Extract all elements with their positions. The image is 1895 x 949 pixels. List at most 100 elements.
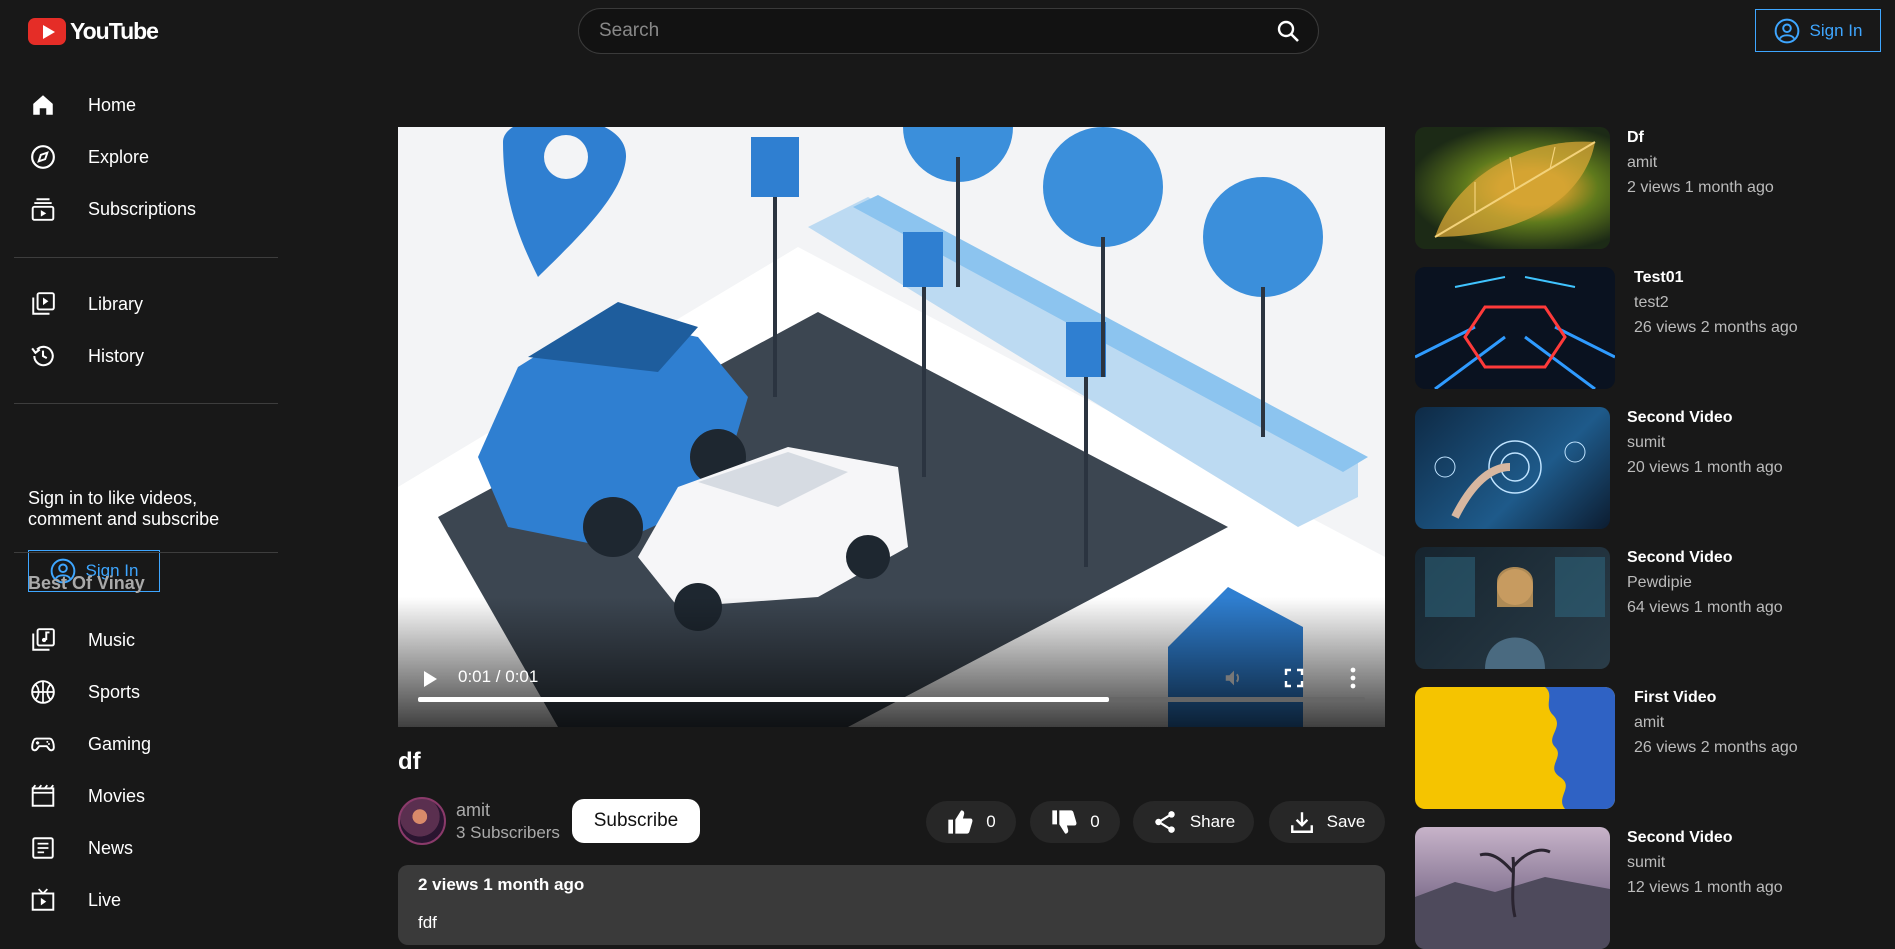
subscriber-count: 3 Subscribers xyxy=(456,822,560,842)
player-controls: 0:01 / 0:01 xyxy=(398,597,1385,727)
video-thumbnail[interactable] xyxy=(1415,127,1610,249)
sidebar-divider xyxy=(14,403,278,404)
recommended-video[interactable]: Second Video sumit 12 views 1 month ago xyxy=(1415,827,1885,949)
sidebar-item-label: Subscriptions xyxy=(88,198,197,219)
channel-name[interactable]: amit xyxy=(456,800,560,821)
recommended-title: Test01 xyxy=(1634,269,1684,286)
recommended-title: First Video xyxy=(1634,689,1717,706)
sports-icon xyxy=(14,679,72,705)
subscriptions-icon xyxy=(14,196,72,222)
sidebar-divider xyxy=(14,552,278,553)
logo-text: YouTube xyxy=(70,18,159,44)
recommended-channel: sumit xyxy=(1627,434,1666,451)
thumbs-down-icon xyxy=(1052,810,1077,834)
download-icon xyxy=(1290,812,1313,833)
channel-info: amit 3 Subscribers xyxy=(398,797,560,845)
recommended-title: Second Video xyxy=(1627,549,1733,566)
youtube-logo[interactable]: YouTube xyxy=(28,18,159,45)
sidebar: Home Explore Subscriptions Library Histo… xyxy=(0,62,280,924)
search-icon xyxy=(1277,20,1299,42)
home-icon xyxy=(14,92,72,118)
recommended-channel: amit xyxy=(1627,154,1658,171)
history-icon xyxy=(14,343,72,369)
sidebar-item-live[interactable]: Live xyxy=(14,874,278,926)
video-thumbnail[interactable] xyxy=(1415,267,1615,389)
avatar[interactable] xyxy=(398,797,446,845)
sidebar-item-sports[interactable]: Sports xyxy=(14,666,278,718)
recommended-meta: 26 views 2 months ago xyxy=(1634,739,1798,756)
sidebar-item-label: Home xyxy=(88,94,137,115)
search-input[interactable] xyxy=(579,20,1258,42)
sidebar-item-label: Gaming xyxy=(88,733,152,754)
sidebar-item-label: Music xyxy=(88,629,136,650)
sidebar-item-label: News xyxy=(88,837,134,858)
sidebar-divider xyxy=(14,257,278,258)
sidebar-item-label: Movies xyxy=(88,785,146,806)
recommended-video[interactable]: Df amit 2 views 1 month ago xyxy=(1415,127,1885,249)
recommended-meta: 2 views 1 month ago xyxy=(1627,179,1774,196)
description-box[interactable]: 2 views 1 month ago fdf xyxy=(398,865,1385,945)
news-icon xyxy=(14,835,72,861)
recommended-video[interactable]: Second Video Pewdipie 64 views 1 month a… xyxy=(1415,547,1885,669)
play-icon[interactable] xyxy=(420,669,440,689)
library-icon xyxy=(14,291,72,317)
dislike-count: 0 xyxy=(1090,812,1100,831)
video-thumbnail[interactable] xyxy=(1415,547,1610,669)
sidebar-item-home[interactable]: Home xyxy=(14,79,278,131)
recommended-video[interactable]: Test01 test2 26 views 2 months ago xyxy=(1415,267,1885,389)
video-meta: 2 views 1 month ago xyxy=(418,875,585,894)
thumbs-up-icon xyxy=(948,810,973,834)
movies-icon xyxy=(14,783,72,809)
youtube-play-icon xyxy=(28,18,66,45)
recommended-meta: 64 views 1 month ago xyxy=(1627,599,1783,616)
sidebar-item-library[interactable]: Library xyxy=(14,278,278,330)
more-options-icon[interactable] xyxy=(1349,667,1357,689)
time-display: 0:01 / 0:01 xyxy=(458,667,539,686)
recommended-channel: sumit xyxy=(1627,854,1666,871)
live-icon xyxy=(14,887,72,913)
recommended-meta: 12 views 1 month ago xyxy=(1627,879,1783,896)
fullscreen-icon[interactable] xyxy=(1284,668,1304,688)
section-title: Best Of Vinay xyxy=(28,573,145,593)
save-label: Save xyxy=(1326,812,1366,831)
recommended-info: Second Video sumit 12 views 1 month ago xyxy=(1627,829,1783,897)
music-icon xyxy=(14,627,72,653)
sidebar-item-explore[interactable]: Explore xyxy=(14,131,278,183)
video-thumbnail[interactable] xyxy=(1415,687,1615,809)
sidebar-item-label: Live xyxy=(88,889,122,910)
video-player[interactable]: 0:01 / 0:01 xyxy=(398,127,1385,727)
recommended-title: Second Video xyxy=(1627,829,1733,846)
sidebar-item-gaming[interactable]: Gaming xyxy=(14,718,278,770)
progress-bar[interactable] xyxy=(418,697,1365,702)
sidebar-item-history[interactable]: History xyxy=(14,330,278,382)
recommended-info: Second Video Pewdipie 64 views 1 month a… xyxy=(1627,549,1783,617)
video-thumbnail[interactable] xyxy=(1415,827,1610,949)
video-description: fdf xyxy=(418,913,437,932)
recommended-video[interactable]: First Video amit 26 views 2 months ago xyxy=(1415,687,1885,809)
sidebar-item-label: Sports xyxy=(88,681,141,702)
sidebar-item-label: Library xyxy=(88,293,144,314)
sidebar-item-label: History xyxy=(88,345,145,366)
share-button[interactable]: Share xyxy=(1133,801,1254,843)
dislike-button[interactable]: 0 xyxy=(1030,801,1120,843)
recommended-video[interactable]: Second Video sumit 20 views 1 month ago xyxy=(1415,407,1885,529)
like-count: 0 xyxy=(986,812,996,831)
sidebar-item-music[interactable]: Music xyxy=(14,614,278,666)
share-label: Share xyxy=(1189,812,1236,831)
sign-in-button[interactable]: Sign In xyxy=(1755,9,1881,52)
save-button[interactable]: Save xyxy=(1269,801,1385,843)
sidebar-item-label: Explore xyxy=(88,146,150,167)
recommended-meta: 26 views 2 months ago xyxy=(1634,319,1798,336)
search-button[interactable] xyxy=(1258,9,1318,53)
subscribe-button[interactable]: Subscribe xyxy=(572,799,700,843)
sidebar-item-subscriptions[interactable]: Subscriptions xyxy=(14,183,278,235)
sidebar-item-movies[interactable]: Movies xyxy=(14,770,278,822)
progress-fill xyxy=(418,697,1110,702)
recommended-channel: amit xyxy=(1634,714,1665,731)
volume-icon[interactable] xyxy=(1223,667,1245,689)
like-button[interactable]: 0 xyxy=(926,801,1016,843)
video-thumbnail[interactable] xyxy=(1415,407,1610,529)
recommended-title: Second Video xyxy=(1627,409,1733,426)
recommended-info: Df amit 2 views 1 month ago xyxy=(1627,129,1774,197)
sidebar-item-news[interactable]: News xyxy=(14,822,278,874)
